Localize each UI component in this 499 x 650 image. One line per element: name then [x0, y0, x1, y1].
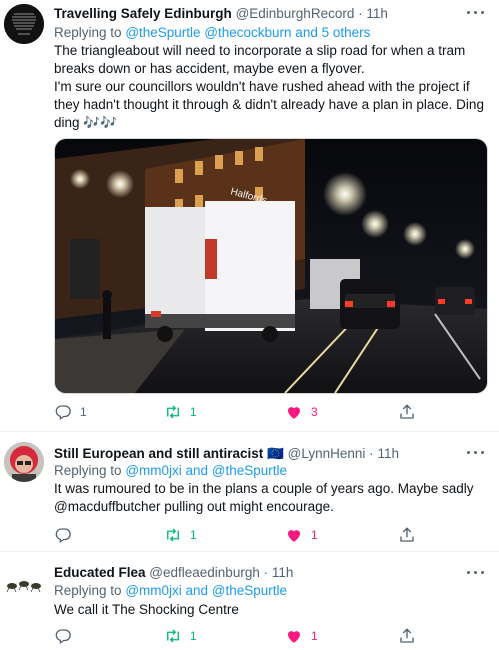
reply-button[interactable]: 1: [54, 402, 87, 422]
replying-to: Replying to @theSpurtle @thecockburn and…: [54, 24, 370, 42]
replying-to-link[interactable]: @mm0jxi and @theSpurtle: [125, 463, 287, 478]
more-options-icon[interactable]: [467, 10, 485, 16]
separator-dot: ·: [369, 446, 374, 461]
tweet-text: The triangleabout will need to incorpora…: [54, 42, 484, 132]
share-icon: [398, 627, 416, 645]
more-options-icon[interactable]: [467, 570, 485, 576]
author-name[interactable]: Educated Flea: [54, 565, 146, 580]
like-count: 1: [311, 629, 318, 643]
replying-to-link[interactable]: @mm0jxi and @theSpurtle: [125, 583, 287, 598]
retweet-button[interactable]: 1: [164, 402, 197, 422]
tweet-3[interactable]: Educated Flea @edfleaedinburgh · 11h Rep…: [0, 552, 499, 650]
like-button[interactable]: 1: [285, 626, 318, 646]
reply-icon: [54, 403, 72, 421]
retweet-icon: [164, 627, 182, 645]
retweet-icon: [164, 526, 182, 544]
reply-button[interactable]: [54, 626, 72, 646]
author-handle[interactable]: @LynnHenni: [288, 446, 366, 461]
street-night-photo: Halfords: [55, 139, 487, 393]
reply-icon: [54, 627, 72, 645]
like-count: 1: [311, 528, 318, 542]
replying-to-label: Replying to: [54, 463, 122, 478]
more-options-icon[interactable]: [467, 450, 485, 456]
avatar-photo: [4, 442, 44, 482]
share-icon: [398, 526, 416, 544]
reply-count: 1: [80, 405, 87, 419]
separator-dot: ·: [358, 6, 363, 21]
author-name[interactable]: Still European and still antiracist: [54, 446, 263, 461]
retweet-icon: [164, 403, 182, 421]
tweet-text: We call it The Shocking Centre: [54, 602, 239, 617]
tweet-text: It was rumoured to be in the plans a cou…: [54, 481, 474, 514]
replying-to: Replying to @mm0jxi and @theSpurtle: [54, 462, 287, 480]
like-heart-icon: [285, 403, 303, 421]
avatar-travelling-safely-edinburgh[interactable]: [4, 4, 44, 44]
separator-dot: ·: [263, 565, 269, 580]
timestamp[interactable]: 11h: [377, 446, 399, 461]
share-button[interactable]: [398, 402, 416, 422]
author-handle[interactable]: @edfleaedinburgh: [149, 565, 260, 580]
reply-button[interactable]: [54, 525, 72, 545]
replying-to-label: Replying to: [54, 25, 122, 40]
like-button[interactable]: 3: [285, 402, 318, 422]
replying-to-label: Replying to: [54, 583, 122, 598]
tweet-2[interactable]: Still European and still antiracist 🇪🇺 @…: [0, 432, 499, 551]
avatar-lynnhenni[interactable]: [4, 442, 44, 482]
tweet-actions: 1 1: [54, 626, 434, 646]
retweet-count: 1: [190, 528, 197, 542]
retweet-button[interactable]: 1: [164, 626, 197, 646]
timestamp[interactable]: 11h: [272, 565, 294, 580]
timestamp[interactable]: 11h: [366, 6, 388, 21]
avatar-text-graphic: [4, 4, 44, 44]
tweet-actions: 1 1: [54, 525, 434, 545]
replying-to-link[interactable]: @theSpurtle @thecockburn and 5 others: [125, 25, 370, 40]
avatar-flea-drawing: [4, 564, 44, 604]
reply-icon: [54, 526, 72, 544]
tweet-header: Still European and still antiracist 🇪🇺 @…: [54, 445, 399, 463]
retweet-count: 1: [190, 405, 197, 419]
retweet-button[interactable]: 1: [164, 525, 197, 545]
eu-flag-emoji: 🇪🇺: [267, 446, 284, 461]
tweet-header: Travelling Safely Edinburgh @EdinburghRe…: [54, 5, 388, 23]
tweet-actions: 1 1 3: [54, 402, 434, 422]
share-button[interactable]: [398, 626, 416, 646]
retweet-count: 1: [190, 629, 197, 643]
tweet-paragraph-2: I'm sure our councillors wouldn't have r…: [54, 79, 484, 130]
author-name[interactable]: Travelling Safely Edinburgh: [54, 6, 232, 21]
share-icon: [398, 403, 416, 421]
replying-to: Replying to @mm0jxi and @theSpurtle: [54, 582, 287, 600]
like-count: 3: [311, 405, 318, 419]
author-handle[interactable]: @EdinburghRecord: [236, 6, 355, 21]
tweet-photo[interactable]: Halfords: [54, 138, 488, 394]
tweet-1[interactable]: Travelling Safely Edinburgh @EdinburghRe…: [0, 0, 499, 431]
like-heart-icon: [285, 627, 303, 645]
share-button[interactable]: [398, 525, 416, 545]
tweet-paragraph-1: The triangleabout will need to incorpora…: [54, 43, 466, 76]
like-heart-icon: [285, 526, 303, 544]
like-button[interactable]: 1: [285, 525, 318, 545]
tweet-header: Educated Flea @edfleaedinburgh · 11h: [54, 564, 293, 582]
avatar-educated-flea[interactable]: [4, 564, 44, 604]
